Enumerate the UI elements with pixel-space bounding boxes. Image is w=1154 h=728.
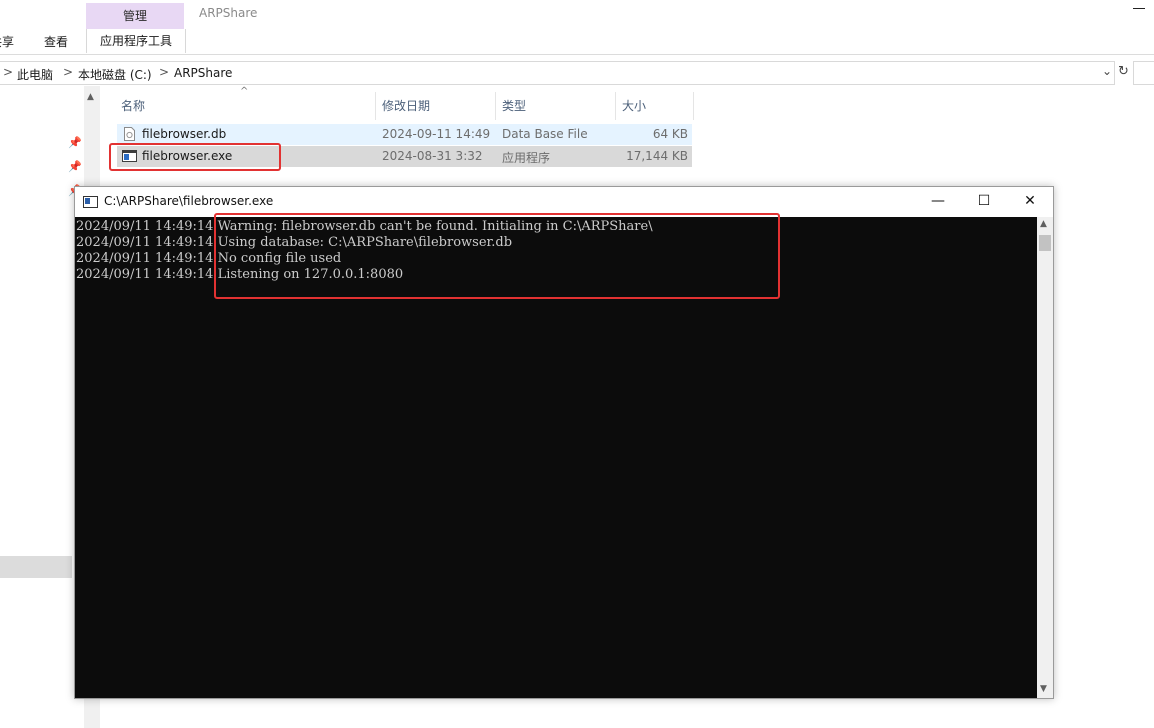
file-modified: 2024-08-31 3:32 bbox=[382, 149, 483, 163]
column-name[interactable]: 名称 bbox=[121, 97, 145, 114]
tab-app-tools[interactable]: 应用程序工具 bbox=[86, 29, 186, 53]
console-scrollbar[interactable]: ▲ ▼ bbox=[1037, 217, 1053, 698]
scroll-up-arrow-icon[interactable]: ▲ bbox=[87, 92, 94, 102]
console-app-icon bbox=[83, 196, 98, 208]
file-type: 应用程序 bbox=[502, 151, 551, 165]
breadcrumb-separator: > bbox=[63, 65, 74, 79]
file-size: 17,144 KB bbox=[626, 149, 688, 163]
tab-share[interactable]: 共享 bbox=[0, 34, 14, 52]
column-modified[interactable]: 修改日期 bbox=[382, 97, 430, 114]
address-bar[interactable]: > 此电脑 > 本地磁盘 (C:) > ARPShare bbox=[0, 61, 1115, 85]
ribbon-divider bbox=[0, 54, 1154, 55]
highlight-box-exe bbox=[109, 143, 281, 171]
scroll-thumb[interactable] bbox=[1039, 235, 1051, 251]
file-modified: 2024-09-11 14:49 bbox=[382, 127, 491, 141]
column-divider[interactable] bbox=[693, 92, 694, 120]
column-divider[interactable] bbox=[615, 92, 616, 120]
column-divider[interactable] bbox=[375, 92, 376, 120]
file-row[interactable]: filebrowser.db 2024-09-11 14:49 Data Bas… bbox=[117, 124, 692, 145]
database-file-icon bbox=[124, 127, 135, 141]
pin-icon: 📌 bbox=[68, 160, 82, 173]
breadcrumb-local-disk[interactable]: 本地磁盘 (C:) bbox=[78, 66, 152, 83]
tab-view[interactable]: 查看 bbox=[44, 34, 68, 52]
file-size: 64 KB bbox=[652, 127, 688, 141]
highlight-box-log bbox=[214, 213, 780, 299]
file-name[interactable]: filebrowser.db bbox=[142, 127, 226, 141]
search-box-edge[interactable] bbox=[1133, 61, 1154, 85]
file-type: Data Base File bbox=[502, 127, 588, 141]
column-divider[interactable] bbox=[495, 92, 496, 120]
sort-ascending-icon: ^ bbox=[240, 86, 249, 97]
breadcrumb-separator: > bbox=[159, 65, 170, 79]
nav-selected-item[interactable] bbox=[0, 556, 72, 578]
column-size[interactable]: 大小 bbox=[622, 97, 646, 114]
minimize-icon[interactable] bbox=[1133, 8, 1145, 9]
column-type[interactable]: 类型 bbox=[502, 97, 526, 114]
scroll-down-arrow-icon[interactable]: ▼ bbox=[1040, 684, 1047, 694]
chevron-down-icon[interactable]: ⌄ bbox=[1102, 64, 1112, 78]
close-button[interactable]: ✕ bbox=[1007, 187, 1053, 216]
window-title: ARPShare bbox=[199, 6, 258, 20]
console-title: C:\ARPShare\filebrowser.exe bbox=[104, 194, 274, 208]
scroll-up-arrow-icon[interactable]: ▲ bbox=[1040, 219, 1047, 229]
breadcrumb-arpshare[interactable]: ARPShare bbox=[174, 66, 232, 80]
breadcrumb-this-pc[interactable]: 此电脑 bbox=[17, 66, 53, 83]
maximize-button[interactable]: ☐ bbox=[961, 187, 1007, 216]
breadcrumb-separator: > bbox=[3, 65, 14, 79]
pin-icon: 📌 bbox=[68, 136, 82, 149]
refresh-icon[interactable]: ↻ bbox=[1118, 64, 1129, 79]
tab-manage[interactable]: 管理 bbox=[86, 3, 184, 29]
minimize-button[interactable]: — bbox=[915, 187, 961, 216]
